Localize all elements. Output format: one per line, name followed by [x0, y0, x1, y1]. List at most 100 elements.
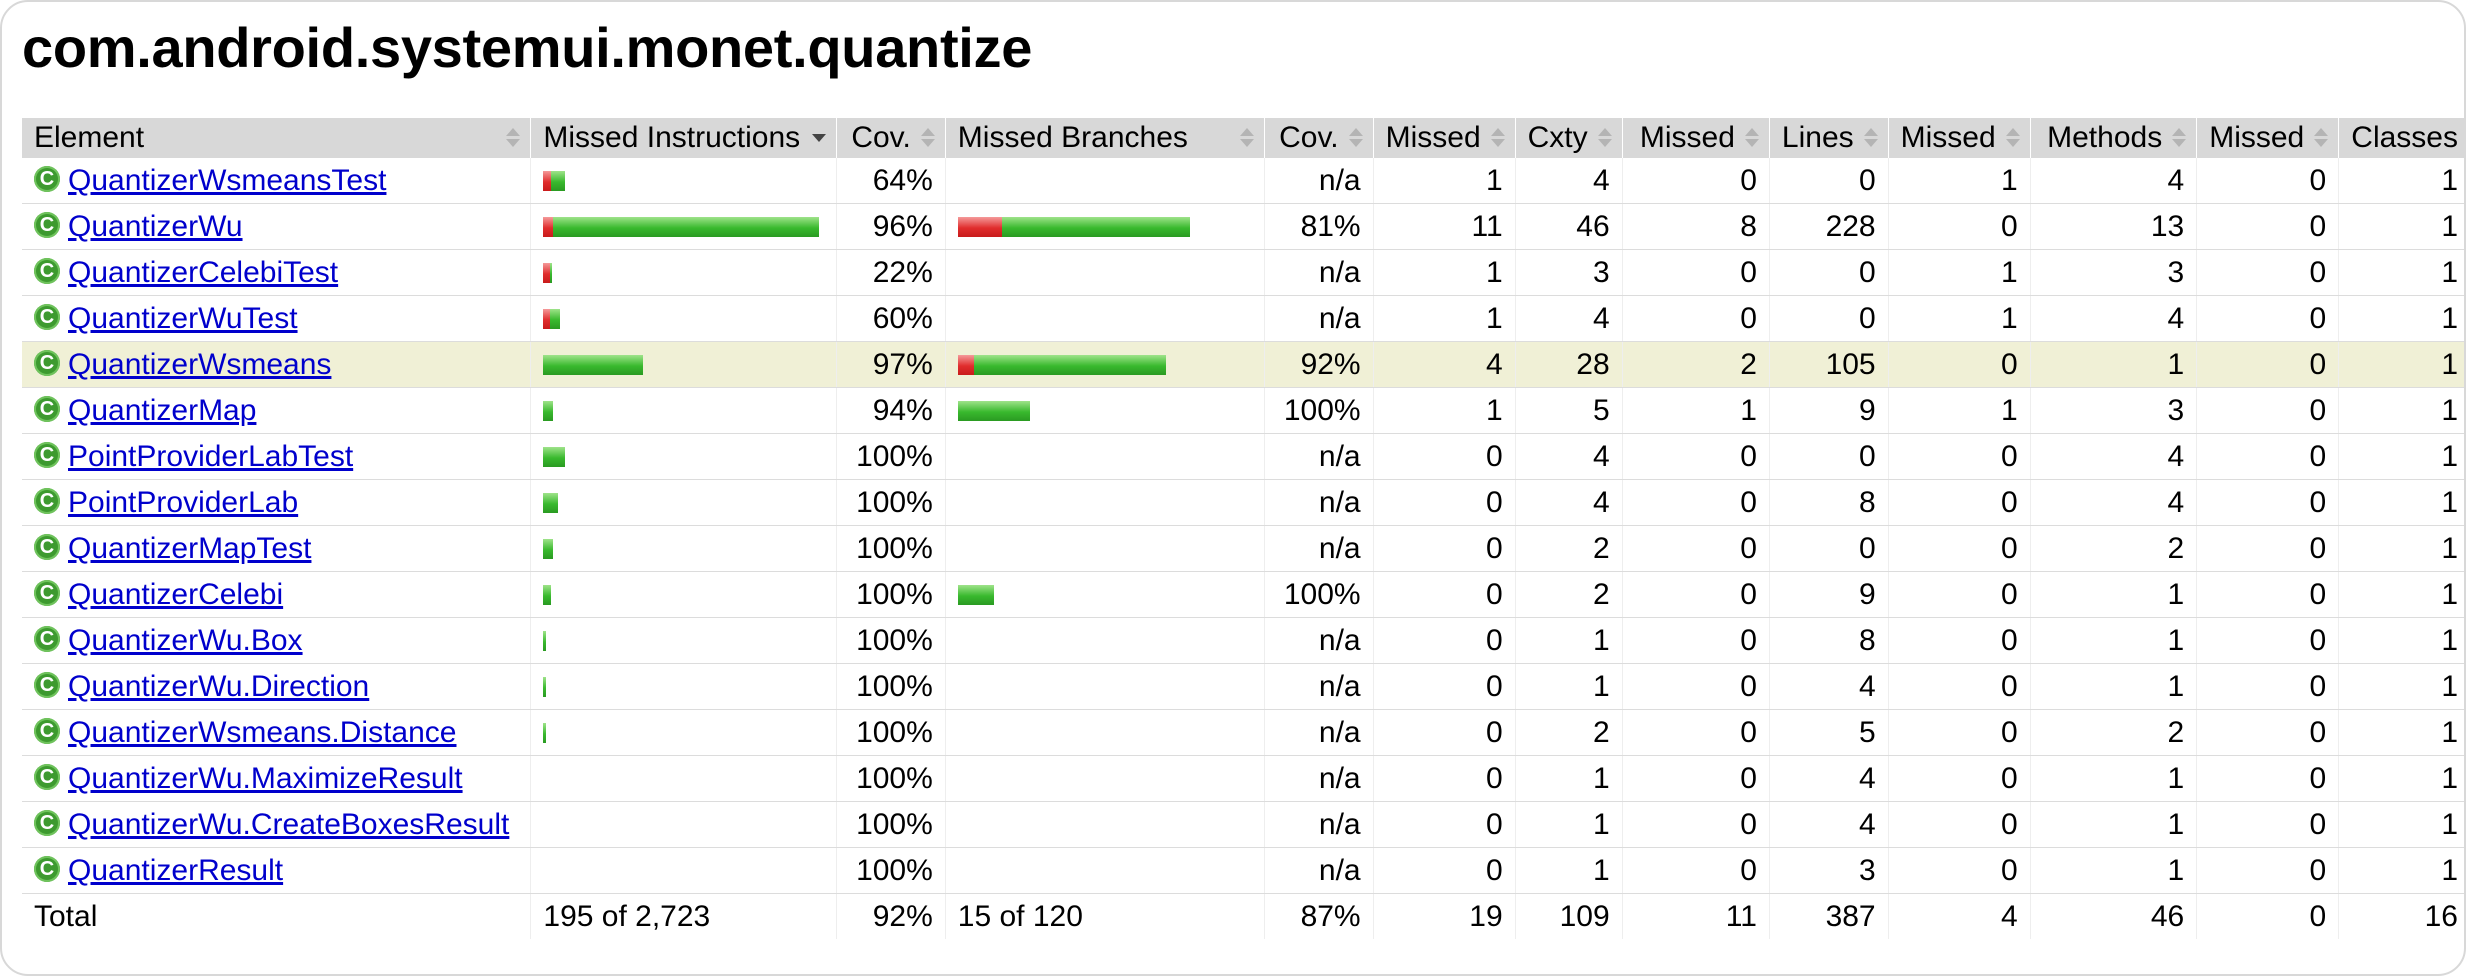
- class-link[interactable]: QuantizerMapTest: [68, 532, 311, 565]
- table-row: C QuantizerMapTest 100% n/a 0 2 0 0 0 2 0 1: [22, 525, 2464, 572]
- instruction-coverage-bar: [543, 815, 823, 835]
- col-methods-header[interactable]: Methods: [2029, 118, 2197, 158]
- table-row: C QuantizerWuTest 60% n/a 1 4 0 0 1 4 0 1: [22, 295, 2464, 342]
- class-link[interactable]: QuantizerWuTest: [68, 302, 298, 335]
- col-element-header[interactable]: Element: [22, 118, 531, 158]
- lines-cell: 8: [1768, 617, 1889, 664]
- instruction-coverage-cell: 100%: [835, 525, 946, 572]
- classes-cell: 1: [2338, 709, 2464, 756]
- methods-cell: 4: [2029, 295, 2197, 342]
- col-instruction-coverage-label: Cov.: [851, 121, 911, 154]
- missed-bar-segment: [543, 308, 551, 329]
- class-icon: C: [34, 534, 60, 561]
- col-missed-classes-label: Missed: [2209, 121, 2305, 154]
- class-link[interactable]: QuantizerCelebi: [68, 578, 283, 611]
- col-complexity-header[interactable]: Cxty: [1514, 118, 1623, 158]
- missed-classes-cell: 0: [2196, 433, 2339, 480]
- missed-methods-cell: 0: [1887, 663, 2031, 710]
- missed-lines-cell: 0: [1621, 525, 1770, 572]
- missed-methods-cell: 1: [1887, 295, 2031, 342]
- covered-bar-segment: [551, 170, 566, 191]
- col-instruction-coverage-header[interactable]: Cov.: [835, 118, 946, 158]
- element-cell: C PointProviderLabTest: [22, 433, 531, 480]
- col-complexity-label: Cxty: [1527, 121, 1588, 154]
- missed-lines-cell: 0: [1621, 479, 1770, 526]
- complexity-cell: 46: [1514, 203, 1623, 250]
- missed-lines-cell: 2: [1621, 341, 1770, 388]
- class-link[interactable]: PointProviderLabTest: [68, 440, 353, 473]
- classes-cell: 1: [2338, 755, 2464, 802]
- col-lines-header[interactable]: Lines: [1768, 118, 1889, 158]
- class-link[interactable]: QuantizerWsmeans: [68, 348, 331, 381]
- covered-bar-segment: [973, 354, 1166, 375]
- complexity-cell: 2: [1514, 525, 1623, 572]
- col-missed-methods-header[interactable]: Missed: [1887, 118, 2031, 158]
- missed-branches-cell: [944, 663, 1265, 710]
- missed-methods-cell: 0: [1887, 847, 2031, 894]
- missed-methods-cell: 0: [1887, 433, 2031, 480]
- missed-instructions-cell: [530, 755, 837, 802]
- methods-cell: 1: [2029, 801, 2197, 848]
- instruction-coverage-cell: 100%: [835, 571, 946, 618]
- sort-icon: [1239, 128, 1254, 148]
- element-cell: C QuantizerCelebiTest: [22, 249, 531, 296]
- class-link[interactable]: QuantizerWu.Direction: [68, 670, 369, 703]
- missed-bar-segment: [957, 216, 1002, 237]
- instruction-coverage-cell: 100%: [835, 801, 946, 848]
- table-row: C QuantizerWu.Box 100% n/a 0 1 0 8 0 1 0 1: [22, 617, 2464, 664]
- class-icon: C: [34, 212, 60, 239]
- missed-lines-cell: 0: [1621, 249, 1770, 296]
- page-title: com.android.systemui.monet.quantize: [22, 16, 1033, 79]
- col-missed-branches-label: Missed Branches: [957, 121, 1188, 154]
- missed-lines-cell: 0: [1621, 571, 1770, 618]
- class-link[interactable]: QuantizerResult: [68, 854, 283, 887]
- col-classes-header[interactable]: Classes: [2338, 118, 2464, 158]
- missed-branches-cell: [944, 709, 1265, 756]
- col-missed-branches-header[interactable]: Missed Branches: [944, 118, 1265, 158]
- class-link[interactable]: QuantizerWu.Box: [68, 624, 303, 657]
- class-link[interactable]: QuantizerWu.MaximizeResult: [68, 762, 463, 795]
- classes-cell: 1: [2338, 525, 2464, 572]
- class-icon: C: [34, 258, 60, 285]
- total-missed-classes: 0: [2196, 893, 2339, 939]
- missed-methods-cell: 0: [1887, 617, 2031, 664]
- branch-coverage-cell: n/a: [1263, 479, 1374, 526]
- element-cell: C QuantizerWu.MaximizeResult: [22, 755, 531, 802]
- class-link[interactable]: QuantizerWsmeansTest: [68, 164, 386, 197]
- missed-methods-cell: 0: [1887, 709, 2031, 756]
- element-cell: C QuantizerWsmeans: [22, 341, 531, 388]
- class-link[interactable]: QuantizerWu.CreateBoxesResult: [68, 808, 509, 841]
- col-missed-instructions-header[interactable]: Missed Instructions: [530, 118, 837, 158]
- missed-complexity-cell: 0: [1372, 663, 1516, 710]
- instruction-coverage-cell: 100%: [835, 709, 946, 756]
- table-row: C QuantizerWu.Direction 100% n/a 0 1 0 4 0 1 0 1: [22, 663, 2464, 710]
- missed-methods-cell: 0: [1887, 479, 2031, 526]
- missed-instructions-cell: [530, 663, 837, 710]
- classes-cell: 1: [2338, 663, 2464, 710]
- class-link[interactable]: QuantizerMap: [68, 394, 256, 427]
- lines-cell: 4: [1768, 801, 1889, 848]
- classes-cell: 1: [2338, 571, 2464, 618]
- col-missed-lines-header[interactable]: Missed: [1621, 118, 1770, 158]
- lines-cell: 3: [1768, 847, 1889, 894]
- class-link[interactable]: QuantizerWsmeans.Distance: [68, 716, 456, 749]
- class-link[interactable]: QuantizerWu: [68, 210, 243, 243]
- instruction-coverage-bar: [543, 676, 823, 697]
- missed-branches-cell: [944, 158, 1265, 204]
- col-branch-coverage-header[interactable]: Cov.: [1263, 118, 1374, 158]
- missed-branches-cell: [944, 479, 1265, 526]
- missed-complexity-cell: 0: [1372, 617, 1516, 664]
- class-link[interactable]: QuantizerCelebiTest: [68, 256, 338, 289]
- branch-coverage-bar: [958, 171, 1252, 191]
- class-link[interactable]: PointProviderLab: [68, 486, 298, 519]
- instruction-coverage-cell: 100%: [835, 755, 946, 802]
- branch-coverage-bar: [957, 216, 1252, 237]
- missed-bar-segment: [543, 262, 551, 283]
- col-missed-classes-header[interactable]: Missed: [2196, 118, 2339, 158]
- instruction-coverage-bar: [543, 400, 823, 421]
- table-row: C QuantizerWu 96% 81% 11 46 8 228 0 13 0 1: [22, 203, 2464, 250]
- col-missed-complexity-header[interactable]: Missed: [1372, 118, 1516, 158]
- table-row: C QuantizerWsmeans.Distance 100% n/a 0 2 0 5 0 2 0…: [22, 709, 2464, 756]
- missed-branches-cell: [944, 847, 1265, 894]
- covered-bar-segment: [543, 722, 547, 743]
